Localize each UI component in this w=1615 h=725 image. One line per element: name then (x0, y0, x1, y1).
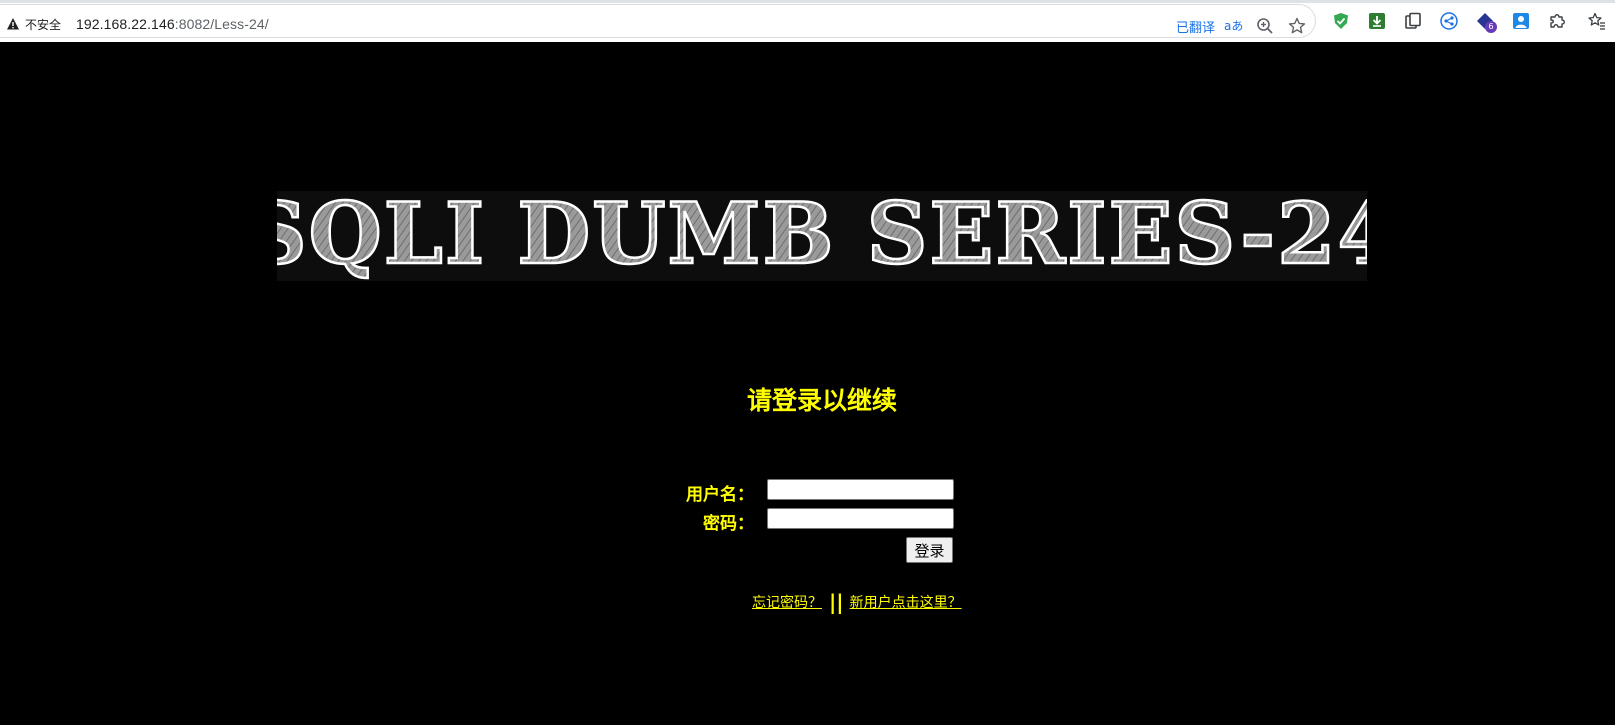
warning-icon (6, 17, 20, 31)
forgot-password-link[interactable]: 忘记密码？ (752, 592, 822, 612)
shield-extension-icon[interactable] (1331, 11, 1351, 31)
download-extension-icon[interactable] (1367, 11, 1387, 31)
page-content: SQLI DUMB SERIES-24 请登录以继续 用户名： 密码： 登录 忘… (0, 42, 1615, 725)
translate-icon[interactable]: aあ (1224, 17, 1243, 34)
security-label: 不安全 (25, 17, 62, 32)
extensions-puzzle-icon[interactable] (1547, 11, 1567, 31)
username-label: 用户名： (686, 485, 754, 505)
title-banner-graphic: SQLI DUMB SERIES-24 (277, 191, 1367, 281)
register-link[interactable]: 新用户点击这里？ (850, 592, 962, 612)
banner-text: SQLI DUMB SERIES-24 (277, 191, 1367, 281)
url-host: 192.168.22.146 (76, 16, 175, 32)
login-heading: 请登录以继续 (746, 386, 897, 415)
tab-strip-edge (0, 0, 1615, 3)
url-path: :8082/Less-24/ (174, 16, 269, 32)
url-text[interactable]: 192.168.22.146:8082/Less-24/ (76, 16, 269, 32)
address-bar[interactable]: 不安全 192.168.22.146:8082/Less-24/ 已翻译 aあ (0, 4, 1316, 38)
link-separator: || (829, 590, 844, 614)
account-links: 忘记密码？ || 新用户点击这里？ (752, 590, 962, 614)
puzzle-badge-extension-icon[interactable]: 6 (1475, 11, 1497, 33)
password-label: 密码： (703, 514, 754, 534)
translated-label: 已翻译 (1176, 20, 1216, 36)
browser-toolbar: 不安全 192.168.22.146:8082/Less-24/ 已翻译 aあ … (0, 0, 1615, 42)
title-banner: SQLI DUMB SERIES-24 (277, 191, 1367, 281)
favorites-icon[interactable] (1587, 11, 1607, 31)
zoom-icon[interactable] (1255, 16, 1275, 36)
extension-badge: 6 (1485, 21, 1497, 33)
password-input[interactable] (767, 508, 954, 529)
security-chip[interactable]: 不安全 (6, 16, 61, 32)
bookmark-star-icon[interactable] (1287, 16, 1307, 36)
share-extension-icon[interactable] (1439, 11, 1459, 31)
translated-indicator[interactable]: 已翻译 (1176, 14, 1215, 38)
copy-extension-icon[interactable] (1403, 11, 1423, 31)
login-button[interactable]: 登录 (906, 537, 953, 563)
account-extension-icon[interactable] (1511, 11, 1531, 31)
username-input[interactable] (767, 479, 954, 500)
